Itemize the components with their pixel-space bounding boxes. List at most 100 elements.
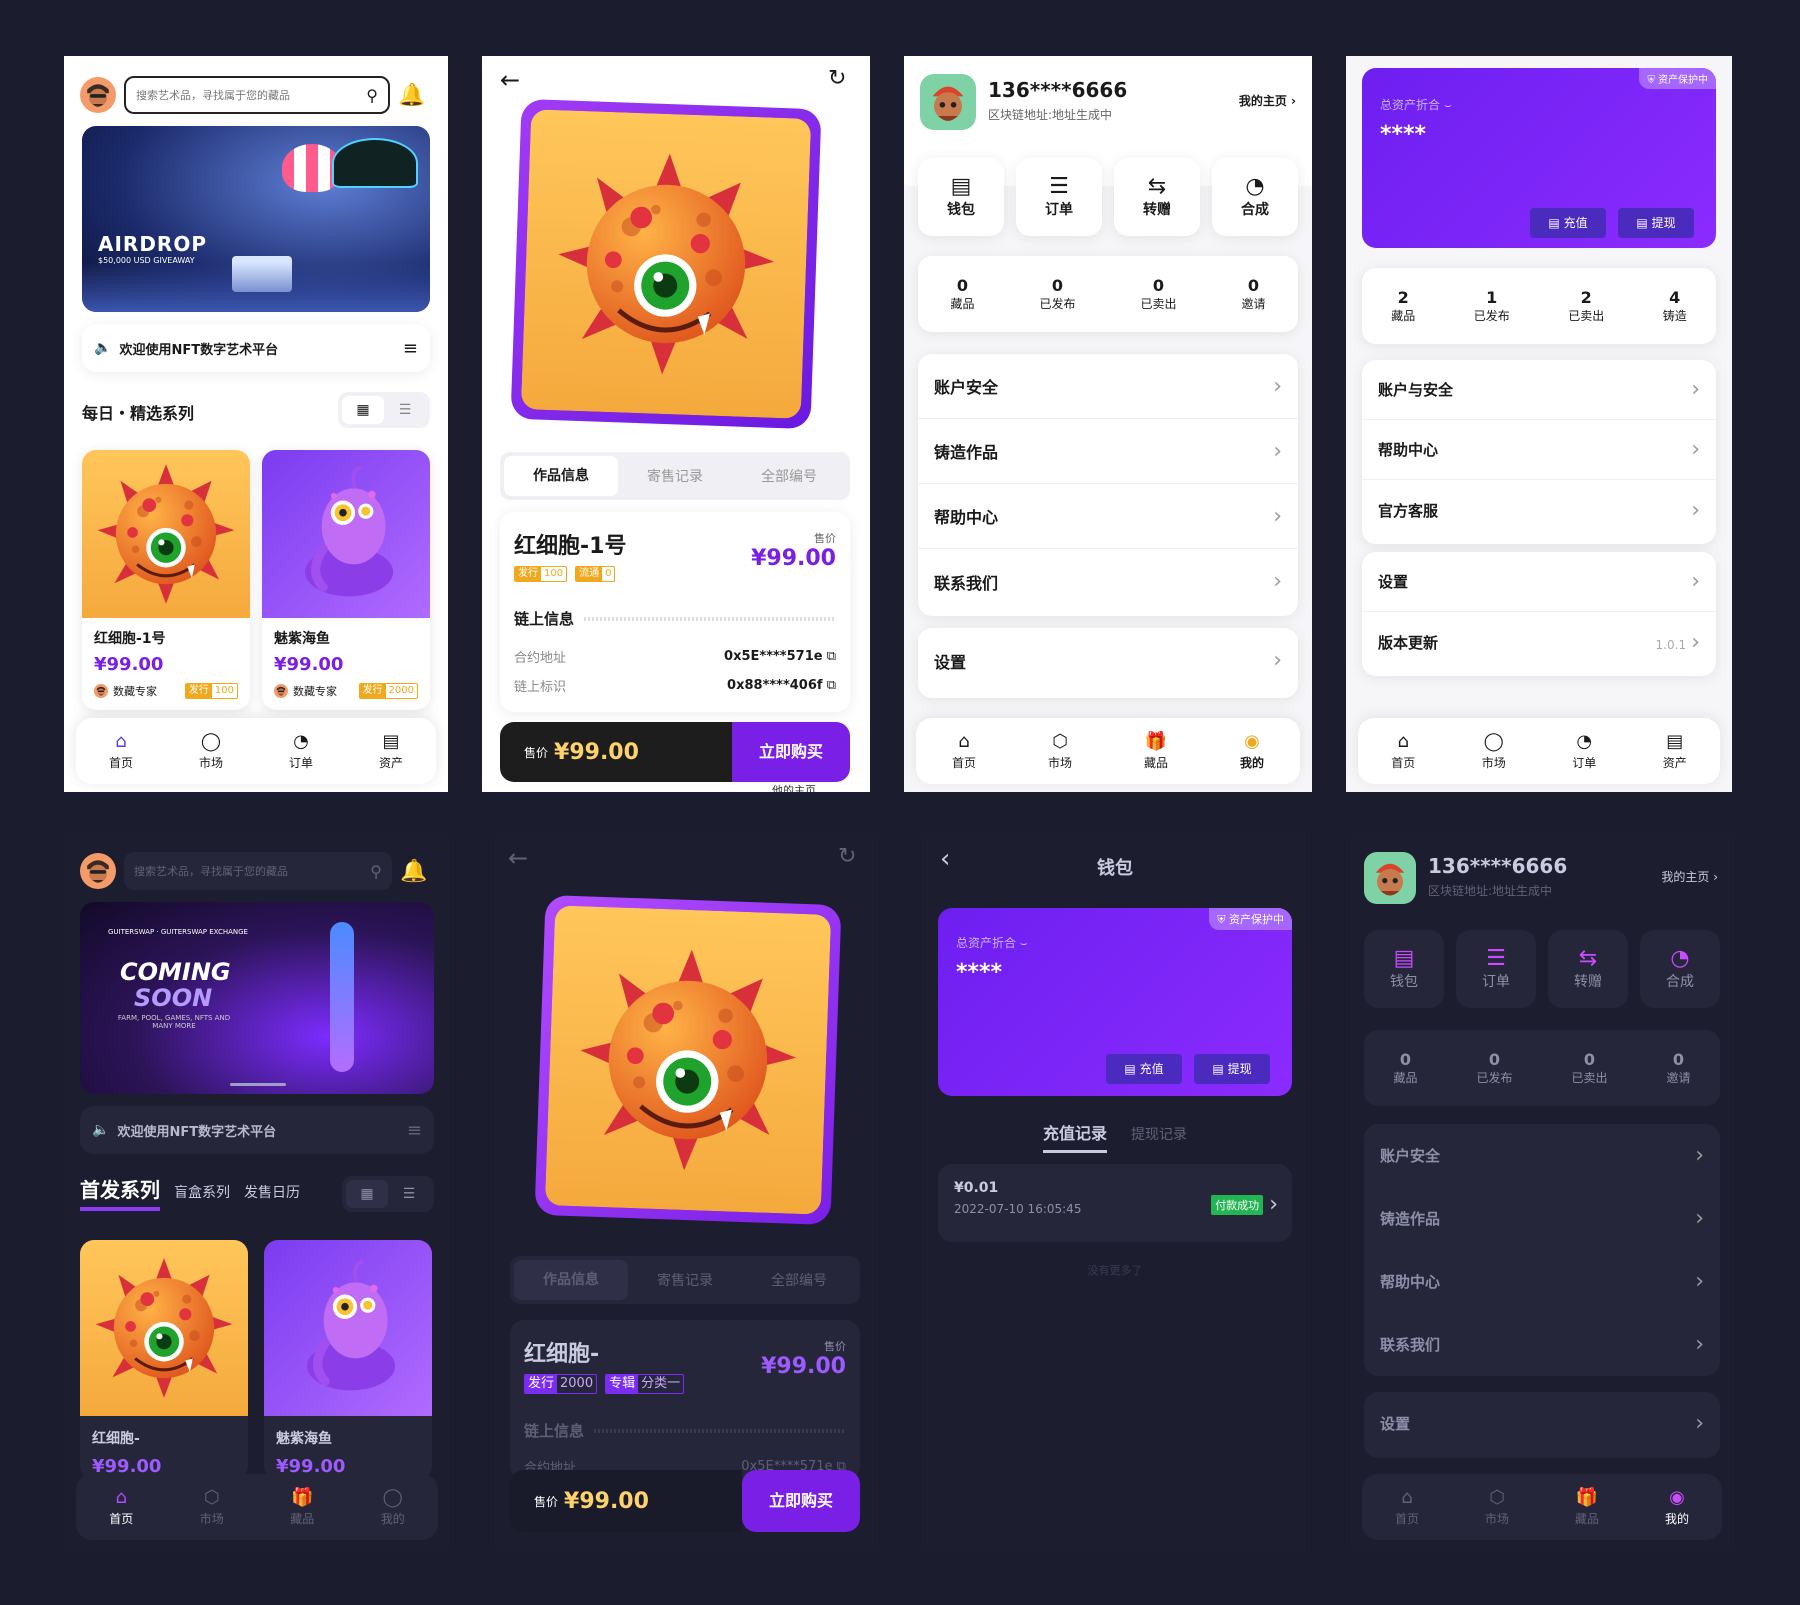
stat-invites[interactable]: 0 邀请: [1241, 276, 1265, 312]
tab-consign[interactable]: 寄售记录: [628, 1270, 742, 1290]
view-toggle[interactable]: ▦ ☰: [342, 1176, 434, 1212]
contract-value[interactable]: 0x5E****571e ⧉: [724, 649, 836, 664]
nav-mine[interactable]: ◉ 我的: [1665, 1487, 1689, 1527]
menu-mint[interactable]: 铸造作品 ›: [918, 419, 1298, 484]
nav-home[interactable]: ⌂ 首页: [109, 1487, 133, 1527]
nav-home[interactable]: ⌂ 首页: [1391, 731, 1415, 771]
tab-first-release[interactable]: 首发系列: [80, 1174, 160, 1211]
nav-market[interactable]: ⬡ 市场: [1485, 1487, 1509, 1527]
nav-collection[interactable]: 🎁 藏品: [1575, 1487, 1599, 1527]
avatar[interactable]: [80, 853, 116, 889]
menu-contact[interactable]: 联系我们 ›: [918, 549, 1298, 614]
bell-icon[interactable]: 🔔: [400, 859, 427, 884]
stat-published[interactable]: 1 已发布: [1474, 288, 1510, 324]
view-toggle[interactable]: ▦ ☰: [338, 392, 430, 428]
stat-published[interactable]: 0 已发布: [1039, 276, 1075, 312]
menu-account-security[interactable]: 账户安全 ›: [918, 354, 1298, 419]
refresh-icon[interactable]: ↻: [828, 66, 846, 91]
stat-published[interactable]: 0 已发布: [1476, 1050, 1512, 1086]
search-input[interactable]: 搜索艺术品，寻找属于您的藏品 ⚲: [124, 852, 392, 890]
stat-collections[interactable]: 0 藏品: [950, 276, 974, 312]
list-view-icon[interactable]: ☰: [384, 396, 426, 424]
avatar[interactable]: [80, 77, 116, 113]
refresh-icon[interactable]: ↻: [838, 844, 856, 869]
record-row[interactable]: ¥0.01 2022-07-10 16:05:45 付款成功 ›: [938, 1164, 1292, 1242]
banner[interactable]: GUITERSWAP · GUITERSWAP EXCHANGE COMING …: [80, 902, 434, 1094]
avatar[interactable]: [920, 74, 976, 130]
quick-transfer[interactable]: ⇆ 转赠: [1114, 158, 1200, 236]
stat-sold[interactable]: 2 已卖出: [1568, 288, 1604, 324]
quick-transfer[interactable]: ⇆ 转赠: [1548, 930, 1628, 1008]
buy-button[interactable]: 立即购买: [732, 722, 850, 782]
stat-sold[interactable]: 0 已卖出: [1571, 1050, 1607, 1086]
tab-recharge-records[interactable]: 充值记录: [1042, 1120, 1107, 1153]
quick-wallet[interactable]: ▤ 钱包: [1364, 930, 1444, 1008]
recharge-button[interactable]: ▤ 充值: [1106, 1054, 1182, 1084]
peek-link[interactable]: 他的主页: [772, 782, 816, 792]
stat-collections[interactable]: 2 藏品: [1391, 288, 1415, 324]
menu-icon[interactable]: ≡: [403, 338, 418, 359]
menu-settings[interactable]: 设置 ›: [1362, 552, 1716, 612]
bell-icon[interactable]: 🔔: [398, 83, 425, 108]
quick-compose[interactable]: ◔ 合成: [1640, 930, 1720, 1008]
tab-serials[interactable]: 全部编号: [742, 1270, 856, 1290]
nav-market[interactable]: ◯ 市场: [199, 731, 223, 771]
tab-serials[interactable]: 全部编号: [732, 466, 846, 486]
notice-bar[interactable]: 🔈 欢迎使用NFT数字艺术平台 ≡: [82, 324, 430, 372]
nav-home[interactable]: ⌂ 首页: [1395, 1487, 1419, 1527]
menu-account-security[interactable]: 账户安全 ›: [1364, 1124, 1720, 1187]
menu-help[interactable]: 帮助中心 ›: [1362, 420, 1716, 480]
search-icon[interactable]: ⚲: [370, 862, 382, 881]
menu-mint[interactable]: 铸造作品 ›: [1364, 1187, 1720, 1250]
nav-orders[interactable]: ◔ 订单: [1572, 731, 1596, 771]
menu-settings[interactable]: 设置 ›: [918, 628, 1298, 693]
copy-icon[interactable]: ⧉: [827, 678, 836, 693]
nft-card[interactable]: 红细胞-1号 ¥99.00 数藏专家 发行 100: [82, 450, 250, 710]
menu-support[interactable]: 官方客服 ›: [1362, 480, 1716, 540]
quick-compose[interactable]: ◔ 合成: [1212, 158, 1298, 236]
nav-collection[interactable]: 🎁 藏品: [290, 1487, 314, 1527]
menu-version[interactable]: 版本更新 1.0.1 ›: [1362, 612, 1716, 672]
eye-closed-icon[interactable]: ⌣: [1020, 936, 1028, 950]
search-icon[interactable]: ⚲: [366, 86, 378, 105]
banner[interactable]: AIRDROP $50,000 USD GIVEAWAY: [82, 126, 430, 312]
menu-help[interactable]: 帮助中心 ›: [1364, 1250, 1720, 1313]
stat-minted[interactable]: 4 铸造: [1663, 288, 1687, 324]
quick-orders[interactable]: ☰ 订单: [1456, 930, 1536, 1008]
tab-calendar[interactable]: 发售日历: [244, 1182, 300, 1202]
tab-info[interactable]: 作品信息: [504, 456, 618, 496]
my-homepage-link[interactable]: 我的主页 ›: [1239, 92, 1296, 109]
quick-wallet[interactable]: ▤ 钱包: [918, 158, 1004, 236]
menu-contact[interactable]: 联系我们 ›: [1364, 1313, 1720, 1376]
nav-collection[interactable]: 🎁 藏品: [1144, 731, 1168, 771]
chain-value[interactable]: 0x88****406f ⧉: [727, 678, 836, 693]
withdraw-button[interactable]: ▤ 提现: [1618, 208, 1694, 238]
stat-sold[interactable]: 0 已卖出: [1140, 276, 1176, 312]
nav-market[interactable]: ⬡ 市场: [1048, 731, 1072, 771]
notice-bar[interactable]: 🔈 欢迎使用NFT数字艺术平台 ≡: [80, 1106, 434, 1154]
nft-card[interactable]: 魅紫海鱼 ¥99.00 数藏专家 发行 2000: [262, 450, 430, 710]
nav-mine[interactable]: ◯ 我的: [381, 1487, 405, 1527]
stat-invites[interactable]: 0 邀请: [1666, 1050, 1690, 1086]
nav-assets[interactable]: ▤ 资产: [379, 731, 403, 771]
menu-account[interactable]: 账户与安全 ›: [1362, 360, 1716, 420]
nav-market[interactable]: ◯ 市场: [1482, 731, 1506, 771]
avatar[interactable]: [1364, 852, 1416, 904]
tab-info[interactable]: 作品信息: [514, 1260, 628, 1300]
stat-collections[interactable]: 0 藏品: [1393, 1050, 1417, 1086]
eye-closed-icon[interactable]: ⌣: [1444, 98, 1452, 112]
nav-orders[interactable]: ◔ 订单: [289, 731, 313, 771]
back-arrow-icon[interactable]: ←: [500, 66, 520, 94]
nav-market[interactable]: ⬡ 市场: [200, 1487, 224, 1527]
buy-button[interactable]: 立即购买: [742, 1470, 860, 1532]
grid-view-icon[interactable]: ▦: [342, 396, 384, 424]
search-input[interactable]: 搜索艺术品，寻找属于您的藏品 ⚲: [124, 76, 390, 114]
menu-icon[interactable]: ≡: [407, 1120, 422, 1141]
nav-home[interactable]: ⌂ 首页: [109, 731, 133, 771]
tab-withdraw-records[interactable]: 提现记录: [1131, 1124, 1187, 1150]
recharge-button[interactable]: ▤ 充值: [1530, 208, 1606, 238]
nft-card[interactable]: 魅紫海鱼 ¥99.00: [264, 1240, 432, 1480]
copy-icon[interactable]: ⧉: [827, 649, 836, 664]
nav-assets[interactable]: ▤ 资产: [1663, 731, 1687, 771]
list-view-icon[interactable]: ☰: [388, 1180, 430, 1208]
